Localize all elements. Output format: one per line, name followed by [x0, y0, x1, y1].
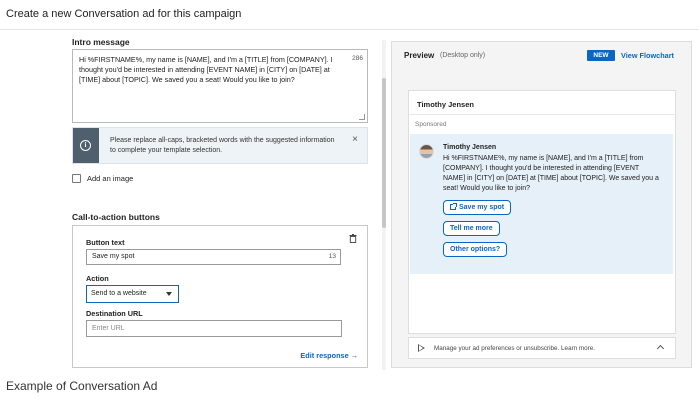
reply-label: Tell me more	[450, 225, 493, 232]
preview-subtitle: (Desktop only)	[440, 52, 486, 59]
editor-scrollbar-thumb[interactable]	[382, 78, 386, 228]
edit-response-link[interactable]: Edit response →	[300, 351, 358, 360]
add-image-checkbox[interactable]	[72, 174, 81, 183]
reply-label: Other options?	[450, 246, 501, 253]
button-text-value: Save my spot	[92, 253, 135, 260]
play-icon	[418, 344, 425, 352]
action-select[interactable]: Send to a website	[86, 285, 179, 303]
sender-name: Timothy Jensen	[417, 100, 474, 109]
external-link-icon	[450, 203, 457, 210]
reply-label: Save my spot	[459, 204, 505, 211]
ad-preferences-bar: Manage your ad preferences or unsubscrib…	[408, 337, 676, 359]
page-title: Create a new Conversation ad for this ca…	[6, 8, 242, 20]
destination-url-input[interactable]: Enter URL	[86, 320, 342, 337]
view-flowchart-link[interactable]: View Flowchart	[621, 51, 674, 60]
manage-preferences-text[interactable]: Manage your ad preferences or unsubscrib…	[434, 345, 595, 352]
template-notice: i Please replace all-caps, bracketed wor…	[72, 127, 368, 164]
notice-icon-strip: i	[73, 128, 99, 163]
conversation-card: Timothy Jensen Sponsored Timothy Jensen …	[408, 90, 676, 334]
chevron-down-icon	[166, 292, 172, 296]
message-body: Hi %FIRSTNAME%, my name is [NAME], and I…	[443, 155, 659, 192]
resize-handle-icon[interactable]	[359, 114, 365, 120]
action-value: Send to a website	[91, 290, 147, 297]
intro-char-count: 286	[352, 55, 363, 62]
avatar	[419, 144, 434, 159]
button-text-count: 13	[328, 253, 336, 260]
button-text-label: Button text	[86, 238, 125, 247]
intro-message-textarea[interactable]: Hi %FIRSTNAME%, my name is [NAME], and I…	[72, 49, 368, 123]
ad-editor: Intro message Hi %FIRSTNAME%, my name is…	[72, 30, 372, 368]
card-divider	[409, 114, 675, 115]
reply-button-tell-me-more[interactable]: Tell me more	[443, 221, 500, 236]
intro-message-text: Hi %FIRSTNAME%, my name is [NAME], and I…	[79, 55, 333, 84]
cta-heading: Call-to-action buttons	[72, 212, 160, 222]
message-area: Timothy Jensen Hi %FIRSTNAME%, my name i…	[410, 134, 673, 274]
reply-button-other-options[interactable]: Other options?	[443, 242, 508, 257]
message-sender: Timothy Jensen	[443, 144, 497, 151]
new-badge: NEW	[587, 50, 615, 61]
destination-url-label: Destination URL	[86, 309, 143, 318]
info-icon: i	[80, 140, 91, 151]
intro-message-label: Intro message	[72, 37, 130, 47]
sponsored-label: Sponsored	[415, 121, 447, 128]
action-label: Action	[86, 274, 109, 283]
reply-button-save-my-spot[interactable]: Save my spot	[443, 200, 512, 215]
button-text-input[interactable]: Save my spot 13	[86, 249, 341, 265]
preview-panel: Preview (Desktop only) NEW View Flowchar…	[391, 41, 692, 368]
chevron-up-icon[interactable]	[656, 344, 665, 353]
preview-title: Preview	[404, 51, 435, 60]
trash-icon[interactable]	[349, 234, 357, 243]
add-image-label: Add an image	[87, 174, 134, 183]
close-icon[interactable]: ×	[352, 134, 358, 145]
cta-card: Button text Save my spot 13 Action Send …	[72, 225, 368, 368]
image-caption: Example of Conversation Ad	[6, 379, 158, 393]
notice-text: Please replace all-caps, bracketed words…	[110, 137, 335, 154]
